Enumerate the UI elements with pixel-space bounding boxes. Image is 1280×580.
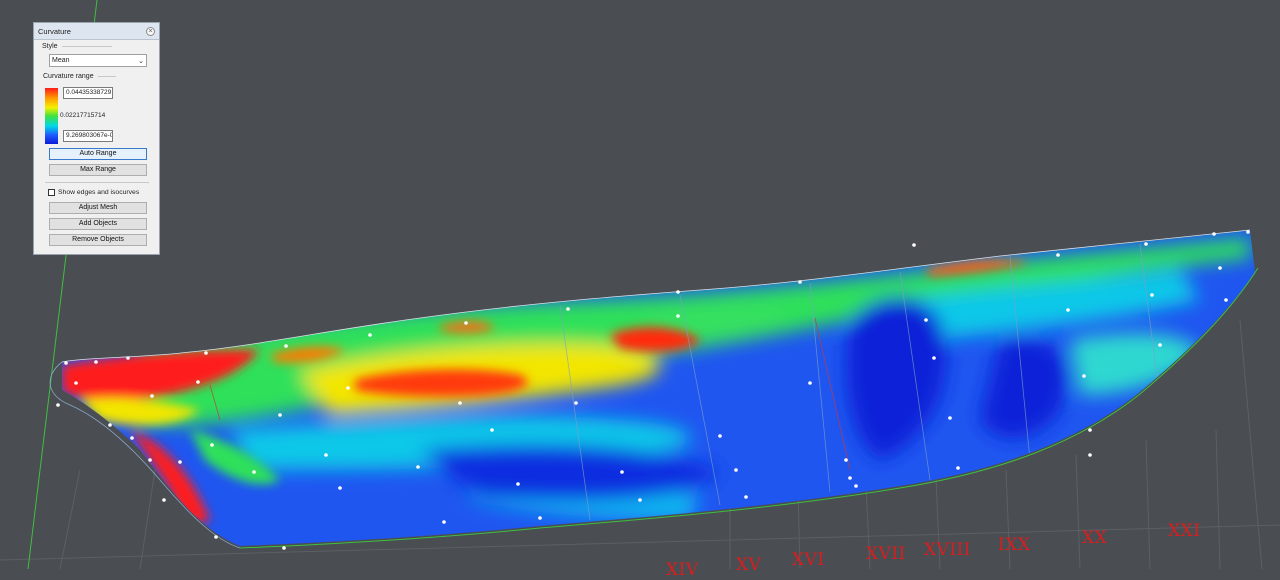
station-label: XVII bbox=[866, 544, 906, 564]
panel-title: Curvature bbox=[38, 26, 71, 36]
curvature-range-section: Curvature range bbox=[43, 73, 116, 80]
style-label: Style bbox=[42, 43, 58, 50]
mid-curvature-value: 0.02217715714 bbox=[60, 112, 106, 119]
auto-range-button[interactable]: Auto Range bbox=[49, 148, 147, 160]
min-curvature-input[interactable]: 9.269803067e-0 bbox=[63, 130, 113, 142]
station-label: XIV bbox=[666, 560, 699, 580]
3d-viewport[interactable] bbox=[0, 0, 1280, 569]
close-icon[interactable]: × bbox=[146, 26, 155, 36]
station-label: XXI bbox=[1168, 521, 1201, 541]
remove-objects-button[interactable]: Remove Objects bbox=[49, 234, 147, 246]
curvature-color-scale bbox=[45, 88, 58, 144]
show-edges-checkbox[interactable] bbox=[48, 189, 55, 196]
style-section: Style bbox=[42, 43, 112, 50]
max-curvature-input[interactable]: 0.04435338729 bbox=[63, 87, 113, 99]
panel-titlebar[interactable]: Curvature × bbox=[34, 23, 159, 40]
panel-divider bbox=[45, 182, 149, 183]
style-dropdown[interactable]: Mean ⌄ bbox=[49, 54, 147, 67]
station-label: XVIII bbox=[924, 540, 972, 560]
show-edges-label: Show edges and isocurves bbox=[58, 189, 140, 196]
add-objects-button[interactable]: Add Objects bbox=[49, 218, 147, 230]
station-label: XVI bbox=[792, 550, 825, 570]
curvature-surface bbox=[62, 230, 1255, 546]
adjust-mesh-button[interactable]: Adjust Mesh bbox=[49, 202, 147, 214]
chevron-down-icon: ⌄ bbox=[138, 57, 144, 65]
hull-surface-render bbox=[0, 0, 1280, 569]
station-label: IXX bbox=[998, 535, 1031, 555]
show-edges-row[interactable]: Show edges and isocurves bbox=[48, 189, 139, 196]
station-label: XX bbox=[1082, 528, 1108, 548]
style-value: Mean bbox=[52, 57, 70, 64]
max-range-button[interactable]: Max Range bbox=[49, 164, 147, 176]
curvature-panel: Curvature × Style Mean ⌄ Curvature range… bbox=[33, 22, 160, 255]
curvature-range-label: Curvature range bbox=[43, 73, 94, 80]
station-label: XV bbox=[736, 555, 762, 575]
